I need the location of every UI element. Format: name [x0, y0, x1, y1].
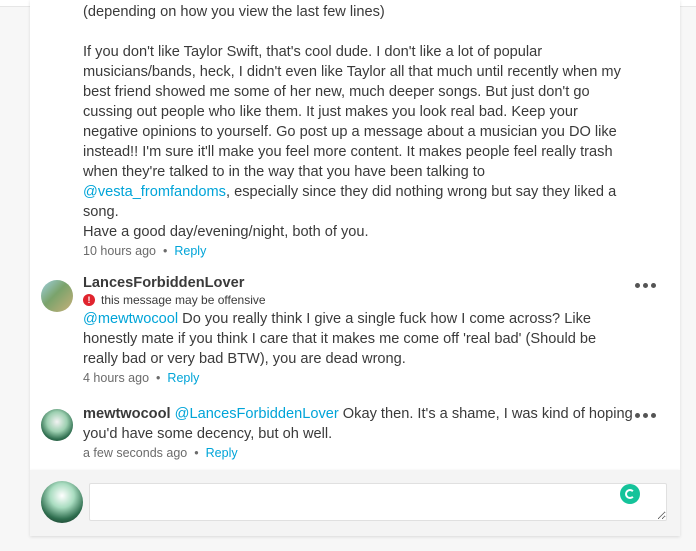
comment-text: mewtwocool @LancesForbiddenLover Okay th…	[83, 404, 633, 444]
offensive-warning: ! this message may be offensive	[83, 293, 633, 307]
mention-link[interactable]: @LancesForbiddenLover	[175, 406, 339, 422]
meta-separator: •	[156, 371, 161, 385]
comment-timestamp: 10 hours ago	[83, 244, 156, 258]
comment-thread: (depending on how you view the last few …	[30, 0, 680, 470]
mention-link[interactable]: @vesta_fromfandoms	[83, 184, 226, 200]
comment-paragraph: If you don't like Taylor Swift, that's c…	[83, 42, 633, 222]
comment-text-partial: (depending on how you view the last few …	[83, 4, 385, 20]
comment-timestamp: 4 hours ago	[83, 371, 150, 385]
comment-meta: 4 hours ago • Reply	[83, 370, 633, 386]
reply-link[interactable]: Reply	[167, 371, 199, 385]
avatar[interactable]	[41, 409, 73, 441]
comment-timestamp: a few seconds ago	[83, 446, 188, 460]
comment-body: If you don't like Taylor Swift, that's c…	[83, 44, 621, 180]
mention-link[interactable]: @mewtwocool	[83, 311, 178, 327]
comment-mewtwocool: mewtwocool @LancesForbiddenLover Okay th…	[83, 404, 633, 461]
comment-username[interactable]: mewtwocool	[83, 406, 171, 422]
comment-vesta-reply: (depending on how you view the last few …	[83, 2, 633, 259]
comment-meta: a few seconds ago • Reply	[83, 445, 633, 461]
warning-text: this message may be offensive	[101, 293, 266, 307]
comment-text: @mewtwocool Do you really think I give a…	[83, 309, 633, 369]
comment-meta: 10 hours ago • Reply	[83, 243, 633, 259]
comment-closing: Have a good day/evening/night, both of y…	[83, 224, 369, 240]
comment-lancesforbiddenlover: LancesForbiddenLover ! this message may …	[83, 275, 633, 386]
reply-link[interactable]: Reply	[174, 244, 206, 258]
meta-separator: •	[162, 244, 168, 258]
avatar[interactable]	[41, 280, 73, 312]
grammarly-icon[interactable]	[620, 484, 640, 504]
meta-separator: •	[194, 446, 199, 460]
warning-icon: !	[83, 294, 95, 306]
reply-link[interactable]: Reply	[206, 446, 238, 460]
more-options-icon[interactable]	[635, 413, 656, 418]
more-options-icon[interactable]	[635, 283, 656, 288]
comment-composer	[30, 470, 680, 536]
comment-username[interactable]: LancesForbiddenLover	[83, 275, 633, 291]
current-user-avatar	[41, 481, 83, 523]
comment-input[interactable]	[89, 483, 667, 521]
